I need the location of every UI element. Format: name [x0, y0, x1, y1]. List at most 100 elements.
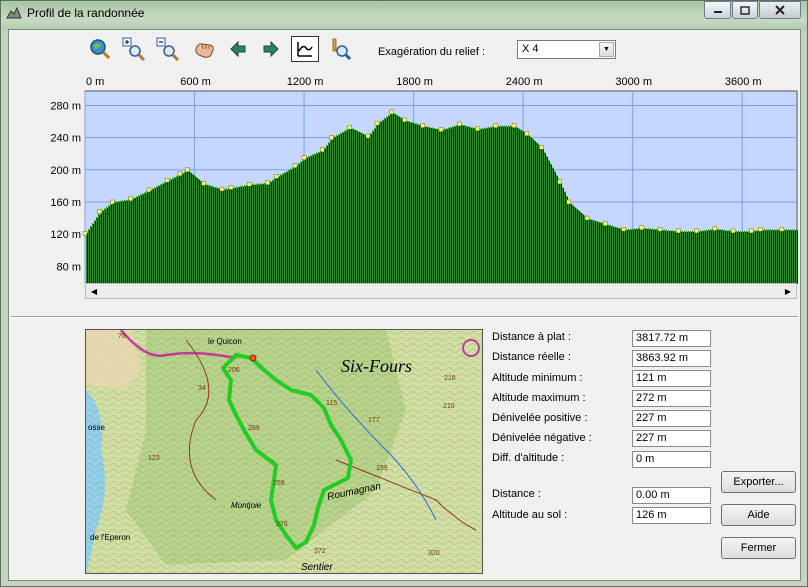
profile-ground-bar [331, 140, 332, 284]
profile-ground-bar [756, 230, 757, 284]
export-button[interactable]: Exporter... [721, 471, 796, 493]
profile-ground-bar [501, 126, 502, 284]
profile-ground-bar [280, 174, 281, 284]
profile-ground-bar [566, 195, 567, 284]
profile-ground-bar [638, 228, 639, 284]
profile-ground-bar [123, 201, 124, 284]
profile-ground-bar [590, 218, 591, 284]
profile-ground-bar [767, 230, 768, 284]
profile-point [779, 227, 785, 232]
locate-on-map-button[interactable] [326, 36, 354, 62]
profile-ground-bar [614, 226, 615, 284]
minimize-button[interactable] [704, 1, 731, 19]
profile-ground-bar [790, 229, 791, 284]
relief-exaggeration-select[interactable]: X 4 ▼ [517, 40, 616, 59]
profile-ground-bar [174, 176, 175, 284]
profile-ground-bar [644, 227, 645, 284]
profile-ground-bar [538, 144, 539, 284]
zoom-out-button[interactable] [154, 36, 182, 62]
profile-ground-bar [586, 217, 587, 284]
profile-ground-bar [176, 175, 177, 284]
route-map[interactable]: Six-Fours le Quicon Montjoie Roumagnan d… [85, 329, 483, 574]
profile-ground-bar [185, 172, 186, 284]
profile-ground-bar [203, 183, 204, 284]
profile-ground-bar [256, 183, 257, 284]
profile-ground-bar [435, 129, 436, 284]
profile-ground-bar [575, 207, 576, 284]
profile-ground-bar [309, 157, 310, 284]
profile-ground-bar [476, 128, 477, 284]
profile-ground-bar [131, 199, 132, 284]
profile-ground-bar [343, 132, 344, 284]
previous-button[interactable] [224, 36, 252, 62]
cursor-altitude-label: Altitude au sol : [492, 509, 568, 521]
profile-point [274, 173, 279, 179]
zoom-all-button[interactable] [86, 36, 114, 62]
profile-ground-bar [574, 206, 575, 284]
dropdown-arrow-icon[interactable]: ▼ [599, 42, 614, 57]
profile-ground-bar [276, 176, 277, 284]
profile-ground-bar [487, 128, 488, 284]
profile-ground-bar [418, 124, 419, 284]
pan-button[interactable] [190, 36, 218, 62]
profile-ground-bar [214, 186, 215, 284]
profile-ground-bar [246, 184, 247, 284]
x-tick-label: 3600 m [725, 76, 762, 88]
panel-separator [11, 316, 798, 318]
close-button[interactable]: Fermer [721, 537, 796, 559]
maximize-button[interactable] [732, 1, 758, 19]
profile-ground-bar [147, 192, 148, 284]
zoom-in-button[interactable] [120, 36, 148, 62]
profile-ground-bar [442, 129, 443, 284]
profile-ground-bar [634, 228, 635, 284]
profile-point [524, 131, 530, 136]
profile-ground-bar [554, 171, 555, 284]
profile-ground-bar [262, 183, 263, 284]
profile-ground-bar [439, 129, 440, 284]
profile-ground-bar [288, 169, 289, 284]
profile-ground-bar [412, 122, 413, 284]
profile-ground-bar [142, 193, 143, 284]
profile-ground-bar [695, 231, 696, 284]
profile-ground-bar [113, 203, 114, 284]
cursor-distance-value: 0.00 m [632, 487, 711, 504]
profile-ground-bar [133, 199, 134, 284]
profile-ground-bar [419, 125, 420, 284]
profile-ground-bar [552, 167, 553, 284]
title-bar[interactable]: Profil de la randonnée [1, 1, 807, 27]
profile-point [557, 179, 562, 185]
profile-ground-bar [623, 229, 624, 284]
profile-ground-bar [737, 231, 738, 284]
profile-ground-bar [86, 231, 87, 284]
profile-cursor-button[interactable] [291, 36, 319, 62]
profile-ground-bar [702, 230, 703, 284]
profile-ground-bar [470, 126, 471, 284]
profile-ground-bar [254, 183, 255, 284]
profile-ground-bar [153, 189, 154, 284]
profile-ground-bar [282, 173, 283, 284]
profile-ground-bar [261, 184, 262, 284]
profile-ground-bar [392, 112, 393, 284]
profile-ground-bar [302, 159, 303, 284]
profile-ground-bar [311, 156, 312, 284]
profile-ground-bar [413, 123, 414, 284]
profile-ground-bar [724, 229, 725, 284]
profile-ground-bar [433, 128, 434, 284]
elevation-profile-chart[interactable]: 0 m 600 m 1200 m 1800 m 2400 m 3000 m 3600 m 8… [9, 68, 800, 284]
profile-ground-bar [463, 125, 464, 284]
profile-ground-bar [469, 127, 470, 284]
help-button[interactable]: Aide [721, 504, 796, 526]
arrow-right-icon [263, 40, 279, 58]
profile-ground-bar [445, 129, 446, 284]
close-window-button[interactable] [759, 1, 801, 19]
scroll-right-arrow-icon[interactable]: ▶ [781, 284, 795, 298]
next-button[interactable] [257, 36, 285, 62]
profile-ground-bar [368, 135, 369, 284]
profile-ground-bar [317, 153, 318, 284]
profile-ground-bar [163, 183, 164, 284]
profile-ground-bar [172, 177, 173, 284]
profile-ground-bar [576, 208, 577, 284]
profile-horizontal-scrollbar[interactable]: ◀ ▶ [85, 283, 797, 299]
scroll-left-arrow-icon[interactable]: ◀ [87, 284, 101, 298]
profile-ground-bar [572, 204, 573, 284]
